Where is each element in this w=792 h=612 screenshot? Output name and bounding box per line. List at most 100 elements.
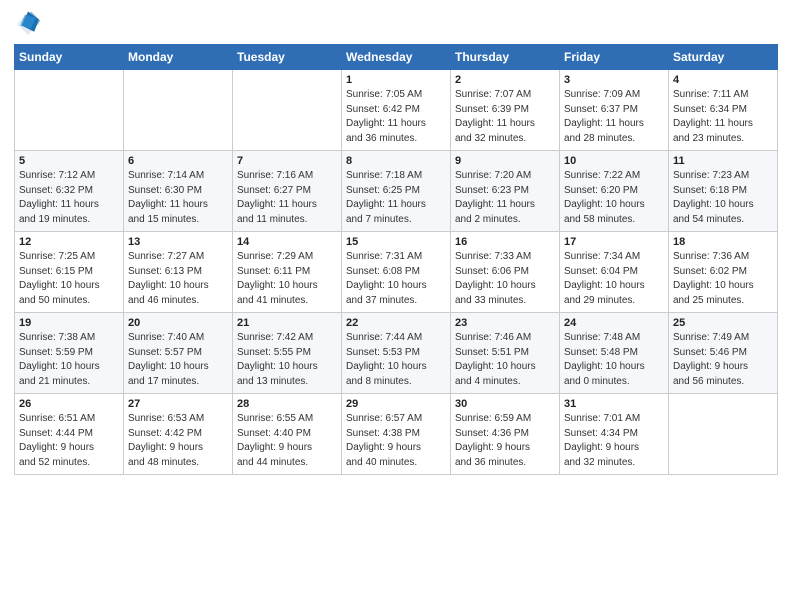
calendar-cell-4-6 xyxy=(669,394,778,475)
logo-icon xyxy=(14,10,42,38)
day-detail: Sunrise: 7:11 AM Sunset: 6:34 PM Dayligh… xyxy=(673,88,773,146)
calendar-cell-4-5: 31 Sunrise: 7:01 AM Sunset: 4:34 PM Dayli… xyxy=(560,394,669,475)
calendar-cell-0-5: 3 Sunrise: 7:09 AM Sunset: 6:37 PM Daylig… xyxy=(560,70,669,151)
calendar-row-4: 26 Sunrise: 6:51 AM Sunset: 4:44 PM Dayli… xyxy=(15,394,778,475)
day-number: 8 xyxy=(346,155,446,167)
day-detail: Sunrise: 7:07 AM Sunset: 6:39 PM Dayligh… xyxy=(455,88,555,146)
day-detail: Sunrise: 7:12 AM Sunset: 6:32 PM Dayligh… xyxy=(19,169,119,227)
day-detail: Sunrise: 7:33 AM Sunset: 6:06 PM Dayligh… xyxy=(455,250,555,308)
logo xyxy=(14,10,46,38)
day-detail: Sunrise: 6:59 AM Sunset: 4:36 PM Dayligh… xyxy=(455,412,555,470)
calendar-cell-2-0: 12 Sunrise: 7:25 AM Sunset: 6:15 PM Dayli… xyxy=(15,232,124,313)
calendar-cell-2-3: 15 Sunrise: 7:31 AM Sunset: 6:08 PM Dayli… xyxy=(342,232,451,313)
calendar-cell-3-2: 21Sunrise: 7:42 AM Sunset: 5:55 PM Dayli… xyxy=(233,313,342,394)
calendar-cell-4-0: 26 Sunrise: 6:51 AM Sunset: 4:44 PM Dayli… xyxy=(15,394,124,475)
day-detail: Sunrise: 7:27 AM Sunset: 6:13 PM Dayligh… xyxy=(128,250,228,308)
day-detail: Sunrise: 7:09 AM Sunset: 6:37 PM Dayligh… xyxy=(564,88,664,146)
col-header-friday: Friday xyxy=(560,45,669,70)
day-detail: Sunrise: 7:20 AM Sunset: 6:23 PM Dayligh… xyxy=(455,169,555,227)
day-number: 1 xyxy=(346,74,446,86)
calendar-cell-4-1: 27 Sunrise: 6:53 AM Sunset: 4:42 PM Dayli… xyxy=(124,394,233,475)
calendar-cell-1-3: 8 Sunrise: 7:18 AM Sunset: 6:25 PM Daylig… xyxy=(342,151,451,232)
day-number: 25 xyxy=(673,317,773,329)
calendar-cell-2-4: 16 Sunrise: 7:33 AM Sunset: 6:06 PM Dayli… xyxy=(451,232,560,313)
calendar-cell-3-4: 23 Sunrise: 7:46 AM Sunset: 5:51 PM Dayli… xyxy=(451,313,560,394)
day-detail: Sunrise: 7:44 AM Sunset: 5:53 PM Dayligh… xyxy=(346,331,446,389)
day-number: 12 xyxy=(19,236,119,248)
day-number: 30 xyxy=(455,398,555,410)
day-number: 21 xyxy=(237,317,337,329)
calendar-row-0: 1Sunrise: 7:05 AM Sunset: 6:42 PM Daylig… xyxy=(15,70,778,151)
day-number: 2 xyxy=(455,74,555,86)
day-detail: Sunrise: 7:23 AM Sunset: 6:18 PM Dayligh… xyxy=(673,169,773,227)
day-number: 27 xyxy=(128,398,228,410)
calendar-cell-3-1: 20 Sunrise: 7:40 AM Sunset: 5:57 PM Dayli… xyxy=(124,313,233,394)
day-detail: Sunrise: 6:53 AM Sunset: 4:42 PM Dayligh… xyxy=(128,412,228,470)
calendar-cell-1-0: 5 Sunrise: 7:12 AM Sunset: 6:32 PM Daylig… xyxy=(15,151,124,232)
day-detail: Sunrise: 7:40 AM Sunset: 5:57 PM Dayligh… xyxy=(128,331,228,389)
day-number: 18 xyxy=(673,236,773,248)
day-detail: Sunrise: 7:18 AM Sunset: 6:25 PM Dayligh… xyxy=(346,169,446,227)
col-header-monday: Monday xyxy=(124,45,233,70)
calendar-cell-0-6: 4Sunrise: 7:11 AM Sunset: 6:34 PM Daylig… xyxy=(669,70,778,151)
calendar-row-3: 19 Sunrise: 7:38 AM Sunset: 5:59 PM Dayli… xyxy=(15,313,778,394)
calendar-cell-2-6: 18Sunrise: 7:36 AM Sunset: 6:02 PM Dayli… xyxy=(669,232,778,313)
calendar-cell-2-5: 17 Sunrise: 7:34 AM Sunset: 6:04 PM Dayli… xyxy=(560,232,669,313)
calendar-cell-3-3: 22 Sunrise: 7:44 AM Sunset: 5:53 PM Dayli… xyxy=(342,313,451,394)
day-number: 26 xyxy=(19,398,119,410)
header xyxy=(14,10,778,38)
day-detail: Sunrise: 7:49 AM Sunset: 5:46 PM Dayligh… xyxy=(673,331,773,389)
calendar-table: SundayMondayTuesdayWednesdayThursdayFrid… xyxy=(14,44,778,475)
day-number: 16 xyxy=(455,236,555,248)
day-detail: Sunrise: 7:38 AM Sunset: 5:59 PM Dayligh… xyxy=(19,331,119,389)
page: SundayMondayTuesdayWednesdayThursdayFrid… xyxy=(0,0,792,612)
day-number: 19 xyxy=(19,317,119,329)
calendar-cell-0-3: 1Sunrise: 7:05 AM Sunset: 6:42 PM Daylig… xyxy=(342,70,451,151)
day-detail: Sunrise: 7:14 AM Sunset: 6:30 PM Dayligh… xyxy=(128,169,228,227)
calendar-cell-2-1: 13 Sunrise: 7:27 AM Sunset: 6:13 PM Dayli… xyxy=(124,232,233,313)
day-detail: Sunrise: 7:29 AM Sunset: 6:11 PM Dayligh… xyxy=(237,250,337,308)
day-number: 24 xyxy=(564,317,664,329)
calendar-row-2: 12 Sunrise: 7:25 AM Sunset: 6:15 PM Dayli… xyxy=(15,232,778,313)
calendar-cell-0-4: 2 Sunrise: 7:07 AM Sunset: 6:39 PM Daylig… xyxy=(451,70,560,151)
day-number: 29 xyxy=(346,398,446,410)
day-number: 17 xyxy=(564,236,664,248)
day-detail: Sunrise: 6:55 AM Sunset: 4:40 PM Dayligh… xyxy=(237,412,337,470)
calendar-cell-1-6: 11 Sunrise: 7:23 AM Sunset: 6:18 PM Dayli… xyxy=(669,151,778,232)
calendar-cell-0-2 xyxy=(233,70,342,151)
day-detail: Sunrise: 7:31 AM Sunset: 6:08 PM Dayligh… xyxy=(346,250,446,308)
col-header-sunday: Sunday xyxy=(15,45,124,70)
day-number: 11 xyxy=(673,155,773,167)
col-header-wednesday: Wednesday xyxy=(342,45,451,70)
day-number: 20 xyxy=(128,317,228,329)
day-detail: Sunrise: 6:51 AM Sunset: 4:44 PM Dayligh… xyxy=(19,412,119,470)
calendar-cell-3-5: 24Sunrise: 7:48 AM Sunset: 5:48 PM Dayli… xyxy=(560,313,669,394)
day-number: 3 xyxy=(564,74,664,86)
day-detail: Sunrise: 6:57 AM Sunset: 4:38 PM Dayligh… xyxy=(346,412,446,470)
day-number: 23 xyxy=(455,317,555,329)
calendar-cell-1-2: 7 Sunrise: 7:16 AM Sunset: 6:27 PM Daylig… xyxy=(233,151,342,232)
day-number: 28 xyxy=(237,398,337,410)
day-number: 5 xyxy=(19,155,119,167)
day-number: 15 xyxy=(346,236,446,248)
calendar-cell-4-2: 28 Sunrise: 6:55 AM Sunset: 4:40 PM Dayli… xyxy=(233,394,342,475)
calendar-cell-1-4: 9Sunrise: 7:20 AM Sunset: 6:23 PM Daylig… xyxy=(451,151,560,232)
day-detail: Sunrise: 7:25 AM Sunset: 6:15 PM Dayligh… xyxy=(19,250,119,308)
day-detail: Sunrise: 7:01 AM Sunset: 4:34 PM Dayligh… xyxy=(564,412,664,470)
day-detail: Sunrise: 7:22 AM Sunset: 6:20 PM Dayligh… xyxy=(564,169,664,227)
calendar-cell-1-5: 10 Sunrise: 7:22 AM Sunset: 6:20 PM Dayli… xyxy=(560,151,669,232)
day-number: 22 xyxy=(346,317,446,329)
day-number: 13 xyxy=(128,236,228,248)
calendar-cell-2-2: 14 Sunrise: 7:29 AM Sunset: 6:11 PM Dayli… xyxy=(233,232,342,313)
calendar-header-row: SundayMondayTuesdayWednesdayThursdayFrid… xyxy=(15,45,778,70)
day-number: 31 xyxy=(564,398,664,410)
day-detail: Sunrise: 7:46 AM Sunset: 5:51 PM Dayligh… xyxy=(455,331,555,389)
day-number: 14 xyxy=(237,236,337,248)
day-number: 10 xyxy=(564,155,664,167)
day-number: 7 xyxy=(237,155,337,167)
day-detail: Sunrise: 7:16 AM Sunset: 6:27 PM Dayligh… xyxy=(237,169,337,227)
calendar-cell-4-3: 29 Sunrise: 6:57 AM Sunset: 4:38 PM Dayli… xyxy=(342,394,451,475)
calendar-row-1: 5 Sunrise: 7:12 AM Sunset: 6:32 PM Daylig… xyxy=(15,151,778,232)
calendar-cell-0-1 xyxy=(124,70,233,151)
day-detail: Sunrise: 7:34 AM Sunset: 6:04 PM Dayligh… xyxy=(564,250,664,308)
